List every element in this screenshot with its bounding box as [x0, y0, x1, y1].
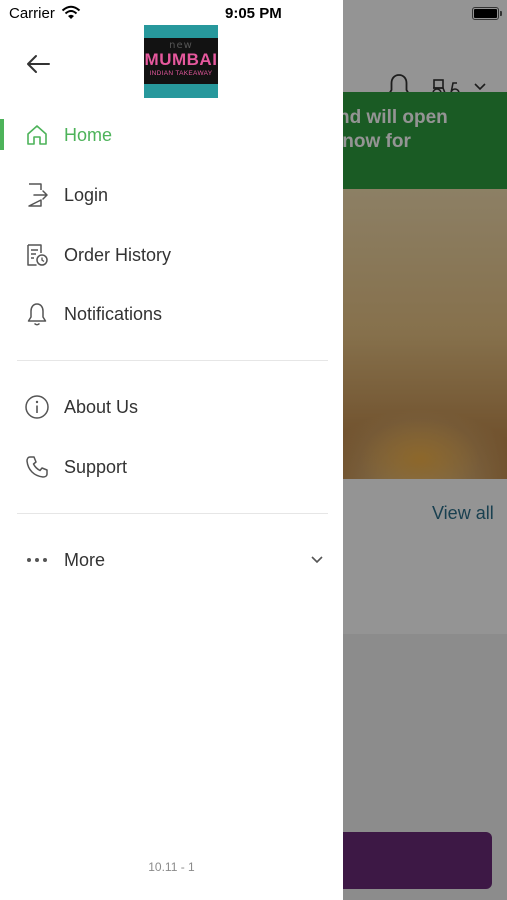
menu-item-label: Order History [64, 244, 172, 265]
menu-item-notifications[interactable]: Notifications [0, 289, 343, 339]
chevron-down-icon[interactable] [309, 554, 325, 566]
menu-item-label: Notifications [64, 303, 163, 324]
info-icon [25, 395, 49, 419]
menu-item-label: About Us [64, 396, 139, 417]
back-arrow-icon [27, 55, 50, 73]
status-bar: Carrier 9:05 PM [0, 0, 507, 28]
menu-item-more[interactable]: More [0, 535, 343, 585]
wifi-icon [61, 5, 81, 19]
order-history-icon [27, 244, 48, 266]
logo-subtitle-text: INDIAN TAKEAWAY [149, 70, 213, 77]
more-dots-icon [27, 558, 47, 562]
status-time: 9:05 PM [225, 5, 282, 22]
home-icon [27, 125, 47, 145]
bell-icon [27, 303, 47, 326]
menu-item-label: Home [64, 124, 113, 145]
app-version: 10.11 - 1 [148, 860, 195, 874]
login-icon [28, 183, 48, 207]
logo-name-text: MUMBAI [144, 50, 218, 69]
menu-divider [17, 513, 328, 514]
menu-item-about-us[interactable]: About Us [0, 382, 343, 432]
menu-item-home[interactable]: Home [0, 110, 343, 160]
menu-item-label: More [64, 549, 106, 570]
menu-item-label: Login [64, 184, 109, 205]
menu-item-order-history[interactable]: Order History [0, 230, 343, 280]
side-drawer: new MUMBAI INDIAN TAKEAWAY Home Login Or… [0, 0, 343, 900]
logo-plate: new MUMBAI INDIAN TAKEAWAY [144, 38, 218, 84]
menu-item-login[interactable]: Login [0, 170, 343, 220]
restaurant-logo: new MUMBAI INDIAN TAKEAWAY [144, 25, 218, 98]
menu-divider [17, 360, 328, 361]
back-button[interactable] [22, 50, 54, 78]
menu-item-support[interactable]: Support [0, 442, 343, 492]
menu-item-label: Support [64, 456, 128, 477]
phone-icon [26, 456, 48, 478]
battery-icon [472, 7, 502, 20]
carrier-label: Carrier [9, 5, 55, 22]
